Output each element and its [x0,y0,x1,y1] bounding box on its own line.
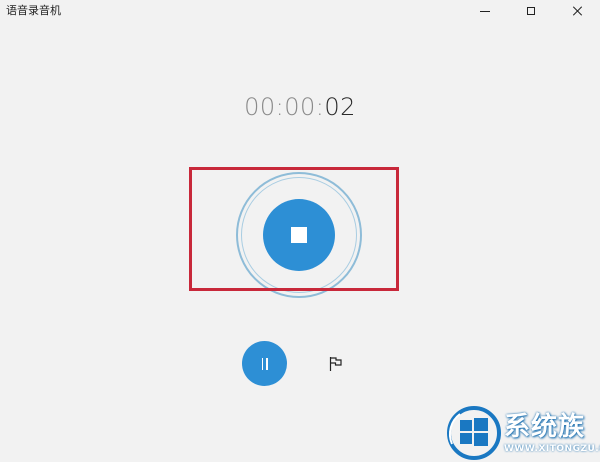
pause-button[interactable] [242,341,287,386]
maximize-button[interactable] [508,0,554,22]
add-marker-button[interactable] [316,344,356,384]
timer-separator: : [275,93,285,121]
close-icon [572,6,582,16]
watermark: 系统族 WWW.XITONGZU.COM [444,404,600,462]
app-title: 语音录音机 [6,4,61,17]
minimize-icon [480,10,490,12]
flag-icon [329,357,342,371]
watermark-brand: 系统族 [504,412,586,442]
voice-recorder-window: 语音录音机 00:00:02 系统族 WWW.XITONGZU. [0,0,600,462]
highlight-box [189,167,399,291]
pause-icon [261,357,268,370]
timer-seconds: 02 [324,93,356,121]
minimize-button[interactable] [462,0,508,22]
watermark-url: WWW.XITONGZU.COM [504,444,600,454]
title-bar[interactable]: 语音录音机 [0,0,600,22]
timer-minutes: 00 [284,93,316,121]
recording-timer: 00:00:02 [0,92,600,122]
close-button[interactable] [554,0,600,22]
windows-logo-icon [447,406,501,460]
timer-hours: 00 [244,93,276,121]
maximize-icon [527,7,535,15]
